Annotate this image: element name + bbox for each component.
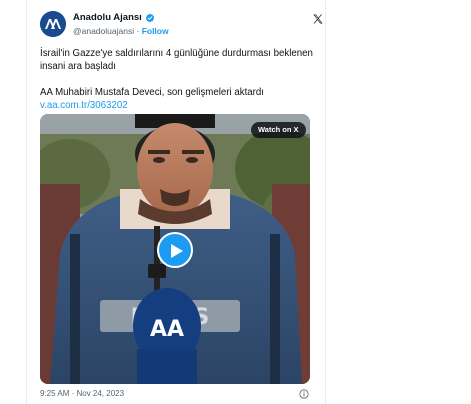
tweet-link[interactable]: v.aa.com.tr/3063202 [40, 100, 128, 111]
follow-button[interactable]: Follow [142, 26, 169, 36]
author-block: Anadolu Ajansı @anadoluajansi · Follow [73, 12, 273, 37]
author-handle[interactable]: @anadoluajansi [73, 26, 134, 36]
handle-row: @anadoluajansi · Follow [73, 25, 273, 37]
x-logo-icon[interactable] [312, 13, 324, 25]
info-icon[interactable] [299, 389, 309, 399]
video-thumbnail[interactable]: PRESS AA Watch on X [40, 114, 310, 384]
watch-on-x-button[interactable]: Watch on X [251, 122, 306, 138]
avatar[interactable] [40, 11, 66, 37]
page: Anadolu Ajansı @anadoluajansi · Follow İ… [0, 0, 471, 404]
tweet-header: Anadolu Ajansı @anadoluajansi · Follow [40, 11, 330, 41]
tweet-text-line: İsrail'in Gazze'ye saldırılarını 4 günlü… [40, 48, 313, 72]
tweet-text-line: AA Muhabiri Mustafa Deveci, son gelişmel… [40, 87, 264, 98]
handle-separator: · [136, 26, 140, 36]
tweet-text: İsrail'in Gazze'ye saldırılarını 4 günlü… [40, 47, 320, 112]
microphone-aa-logo: AA [150, 317, 184, 342]
aa-logo-icon [40, 11, 66, 37]
author-display-name[interactable]: Anadolu Ajansı [73, 12, 142, 24]
play-icon [171, 244, 183, 258]
tweet-timestamp[interactable]: 9:25 AM · Nov 24, 2023 [40, 389, 124, 399]
play-button[interactable] [157, 232, 193, 268]
verified-badge-icon [145, 13, 154, 23]
